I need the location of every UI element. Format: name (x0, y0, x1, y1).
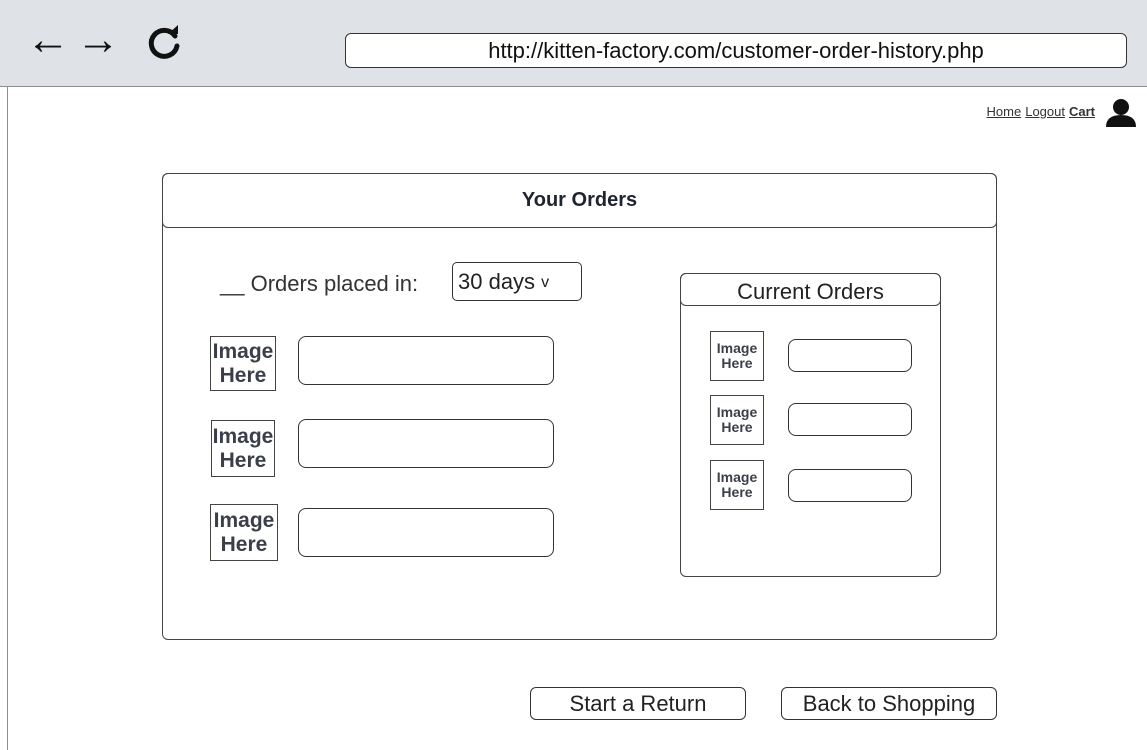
orders-filter-label: __ Orders placed in: (220, 271, 418, 297)
days-select-value: 30 days (458, 269, 536, 294)
chevron-down-icon: v (541, 274, 550, 291)
order-image-placeholder: Image Here (210, 336, 276, 391)
orders-placed-label: Orders placed in: (250, 271, 419, 296)
image-text-line1: Image (716, 468, 758, 485)
current-order-image-placeholder: Image Here (710, 331, 764, 381)
image-text-line1: Image (716, 339, 758, 356)
order-details-field[interactable] (298, 336, 554, 385)
image-text-line2: Here (219, 448, 267, 472)
user-icon[interactable] (1105, 98, 1137, 128)
top-nav: Home Logout Cart (983, 104, 1095, 119)
image-text-line1: Image (212, 340, 274, 364)
image-text-line2: Here (721, 355, 753, 371)
reload-icon[interactable] (145, 24, 183, 62)
home-link[interactable]: Home (987, 104, 1022, 119)
image-text-line2: Here (220, 532, 268, 556)
panel-title: Your Orders (162, 173, 997, 228)
image-text-line2: Here (721, 419, 753, 435)
image-text-line2: Here (219, 363, 267, 387)
current-orders-title: Current Orders (680, 273, 941, 306)
image-text-line1: Image (212, 425, 274, 449)
current-order-image-placeholder: Image Here (710, 395, 764, 445)
current-order-field[interactable] (788, 339, 912, 372)
cart-link[interactable]: Cart (1069, 104, 1095, 119)
orders-count-blank: __ (220, 271, 245, 296)
back-arrow-icon[interactable]: ← (26, 18, 70, 62)
address-bar[interactable]: http://kitten-factory.com/customer-order… (345, 33, 1127, 68)
order-details-field[interactable] (298, 508, 554, 557)
current-order-field[interactable] (788, 403, 912, 436)
current-order-field[interactable] (788, 469, 912, 502)
order-details-field[interactable] (298, 419, 554, 468)
logout-link[interactable]: Logout (1025, 104, 1065, 119)
start-return-button[interactable]: Start a Return (530, 687, 746, 720)
order-image-placeholder: Image Here (210, 504, 278, 561)
current-order-image-placeholder: Image Here (710, 460, 764, 510)
days-select[interactable]: 30 days v (452, 262, 582, 301)
image-text-line1: Image (716, 403, 758, 420)
forward-arrow-icon[interactable]: → (76, 18, 120, 62)
image-text-line2: Here (721, 484, 753, 500)
image-text-line1: Image (213, 509, 275, 533)
back-to-shopping-button[interactable]: Back to Shopping (781, 687, 997, 720)
order-image-placeholder: Image Here (211, 420, 275, 477)
